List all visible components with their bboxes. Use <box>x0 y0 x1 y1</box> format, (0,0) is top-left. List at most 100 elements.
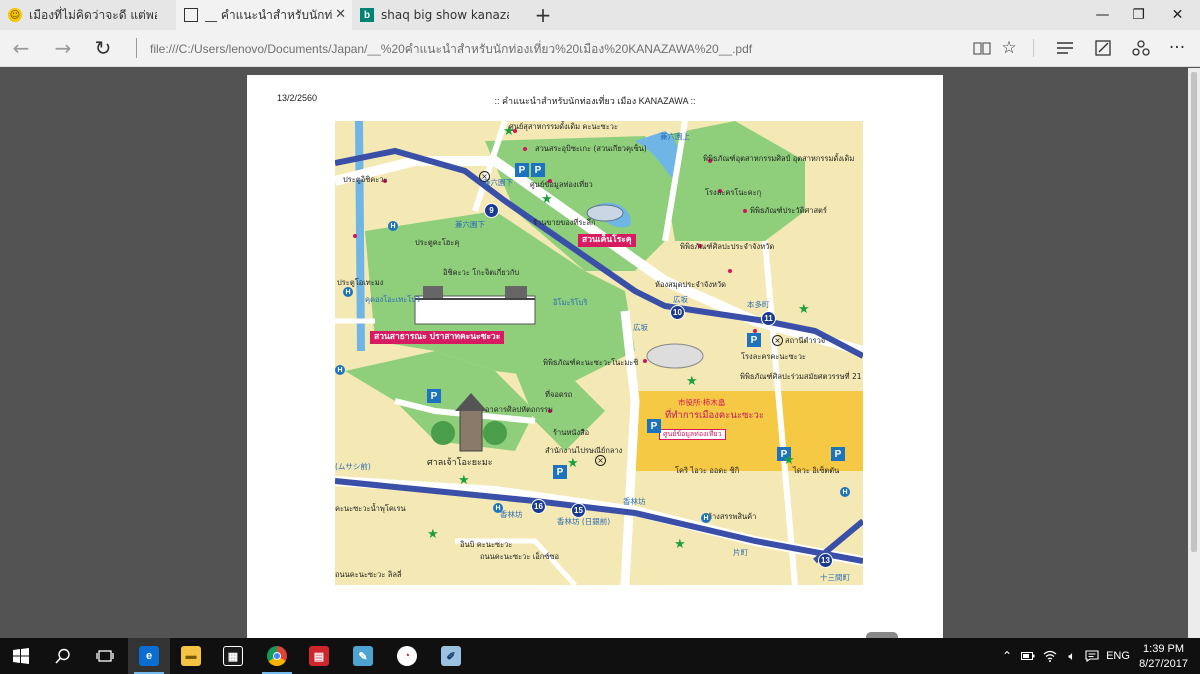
bus-stop-16: 16 <box>531 499 546 514</box>
bus-stop-9: 9 <box>484 203 499 218</box>
map-label-korinbo: 香林坊 <box>623 497 646 506</box>
map-label-19: สถานีตำรวจ <box>785 336 826 345</box>
tab-title: __ คำแนะนำสำหรับนักท่องเที <box>205 7 333 22</box>
folder-icon: ▬ <box>181 646 201 666</box>
reader-icon: ▤ <box>309 646 329 666</box>
map-label-hirosaka: 広坂 <box>673 295 688 304</box>
map-label-1: ศูนย์สุสาหกรรมดั้งเดิม คะนะซะวะ <box>509 122 618 131</box>
tab-title: เมืองที่ไม่คิดว่าจะดี แต่พอไปแล้ว เ <box>29 7 157 22</box>
close-tab-icon[interactable]: ✕ <box>335 7 346 22</box>
wifi-icon[interactable] <box>1040 638 1060 674</box>
forward-button[interactable]: → <box>50 36 76 60</box>
bing-icon: b <box>360 8 374 22</box>
map-label-30: ถนนคะนะซะวะ ลิลลี่ <box>335 570 402 579</box>
map-label-kenrokuen: สวนเค็นโระคุ <box>578 234 636 247</box>
map-label-20: อาคารศิลปหัตถกรรม <box>485 405 553 414</box>
refresh-button[interactable]: ↻ <box>90 36 116 60</box>
map-label-29: ถนนคะนะซะวะ เอ็กซ์ซอ <box>480 552 560 561</box>
police-icon: × <box>595 455 606 466</box>
clock-date: 8/27/2017 <box>1139 658 1188 670</box>
tab-2-active[interactable]: __ คำแนะนำสำหรับนักท่องเที ✕ <box>176 0 352 30</box>
map-label-18: โรงละครคะนะซะวะ <box>741 352 806 361</box>
more-icon[interactable]: ··· <box>1163 36 1191 60</box>
store-icon: ▦ <box>223 646 243 666</box>
map-label-14: อิชิคะวะ โกะจิตเกี่ยวกับ <box>443 268 520 277</box>
map-label-13: คุคองโอะเทะโบริ <box>365 295 421 304</box>
map-label-kenrokuen-shita-2: 兼六園下 <box>455 220 485 229</box>
bus-stop-13: 13 <box>818 553 833 568</box>
emoji-face-icon: ☺ <box>8 8 22 22</box>
action-center-icon[interactable] <box>1082 638 1102 674</box>
start-button[interactable] <box>0 638 42 674</box>
star-icon: ★ <box>503 124 515 139</box>
close-window-button[interactable]: ✕ <box>1155 0 1200 30</box>
map-label-22: ร้านหนังสือ <box>553 428 590 437</box>
hospital-icon: H <box>840 487 850 497</box>
police-icon: × <box>479 171 490 182</box>
pdf-reader-button[interactable]: ▤ <box>298 638 340 674</box>
map-label-21: ที่จอดรถ <box>545 390 573 399</box>
map-label-city-hall-jp: 市役所·柿木畠 <box>678 398 726 407</box>
search-button[interactable] <box>42 638 84 674</box>
hospital-icon: H <box>493 503 503 513</box>
parking-icon: P <box>531 163 545 177</box>
map-label-jusangen: 十三間町 <box>820 573 850 582</box>
parking-icon: P <box>553 465 567 479</box>
store-button[interactable]: ▦ <box>212 638 254 674</box>
battery-icon[interactable] <box>1018 638 1038 674</box>
map-label-15: อิโมะริโบริ <box>553 298 588 307</box>
taskbar: e ▬ ▦ ▤ ✎ ◔ ✐ ⌃ 🔈︎ ENG 1:39 PM 8/27/2017 <box>0 638 1200 674</box>
star-icon: ★ <box>458 473 470 488</box>
map-label-hirosaka-2: 広坂 <box>633 323 648 332</box>
notes-app-button[interactable]: ✎ <box>342 638 384 674</box>
parking-icon: P <box>747 333 761 347</box>
paint-app-button[interactable]: ✐ <box>430 638 472 674</box>
volume-icon[interactable]: 🔈︎ <box>1062 638 1082 674</box>
web-note-icon[interactable] <box>1089 36 1117 60</box>
scrollbar-thumb[interactable] <box>1191 72 1197 552</box>
map-label-12: ประตูโอเทะมง <box>337 278 384 287</box>
show-hidden-icons-chevron-icon[interactable]: ⌃ <box>998 638 1016 674</box>
address-input[interactable]: file:///C:/Users/lenovo/Documents/Japan/… <box>150 40 752 59</box>
star-icon: ★ <box>798 302 810 317</box>
hospital-icon: H <box>343 287 353 297</box>
map-label-23: สำนักงานไปรษณีย์กลาง <box>545 446 623 455</box>
map-label-shrine: ศาลเจ้าโอะยะมะ <box>427 458 493 468</box>
map-label-2: สวนสระอุบิซะเกะ (สวนเกียวคุเซ็น) <box>535 144 647 153</box>
map-label-7: พิพิธภัณฑ์ประวัติศาสตร์ <box>750 206 827 215</box>
task-view-icon <box>96 650 114 662</box>
reading-view-icon[interactable] <box>968 36 996 60</box>
share-icon[interactable] <box>1127 36 1155 60</box>
back-button[interactable]: ← <box>8 36 34 60</box>
star-icon: ★ <box>783 453 795 468</box>
task-view-button[interactable] <box>84 638 126 674</box>
bus-stop-11: 11 <box>761 311 776 326</box>
tab-3[interactable]: b shaq big show kanazawa - B <box>352 0 528 30</box>
chrome-button[interactable] <box>256 638 298 674</box>
clock-time: 1:39 PM <box>1143 643 1185 655</box>
navigation-bar: ← → ↻ file:///C:/Users/lenovo/Documents/… <box>0 30 1200 67</box>
file-explorer-button[interactable]: ▬ <box>170 638 212 674</box>
system-clock[interactable]: 1:39 PM 8/27/2017 <box>1139 642 1188 672</box>
input-language-indicator[interactable]: ENG <box>1104 638 1132 674</box>
search-icon <box>55 648 70 664</box>
media-app-button[interactable]: ◔ <box>386 638 428 674</box>
chrome-icon <box>267 646 287 666</box>
star-icon: ★ <box>674 537 686 552</box>
edge-taskbar-button[interactable]: e <box>128 638 170 674</box>
vertical-scrollbar[interactable] <box>1188 68 1200 638</box>
favorite-star-icon[interactable]: ☆ <box>995 36 1023 60</box>
map-label-kenrokuen-ue: 兼六園上 <box>660 132 690 141</box>
page-header: :: คำแนะนำสำหรับนักท่องเที่ยว เมือง KANA… <box>494 96 696 106</box>
windows-logo-icon <box>13 648 29 664</box>
tab-title: shaq big show kanazawa - B <box>381 8 509 22</box>
hub-icon[interactable] <box>1051 36 1079 60</box>
map-label-17: พิพิธภัณฑ์ศิลปะร่วมสมัยศตวรรษที่ 21 <box>740 372 862 381</box>
new-tab-button[interactable]: + <box>528 0 558 30</box>
parking-icon: P <box>647 419 661 433</box>
parking-icon: P <box>515 163 529 177</box>
star-icon: ★ <box>686 374 698 389</box>
map-label-5: พิพิธภัณฑ์อุตสาหกรรมศิลป์ อุตสาหกรรมดั้ง… <box>703 154 855 163</box>
kanazawa-map: สวนเค็นโระคุ สวนสาธารณะ ปราสาทคะนะซะวะ ศ… <box>335 121 863 585</box>
tab-1[interactable]: ☺ เมืองที่ไม่คิดว่าจะดี แต่พอไปแล้ว เ <box>0 0 176 30</box>
